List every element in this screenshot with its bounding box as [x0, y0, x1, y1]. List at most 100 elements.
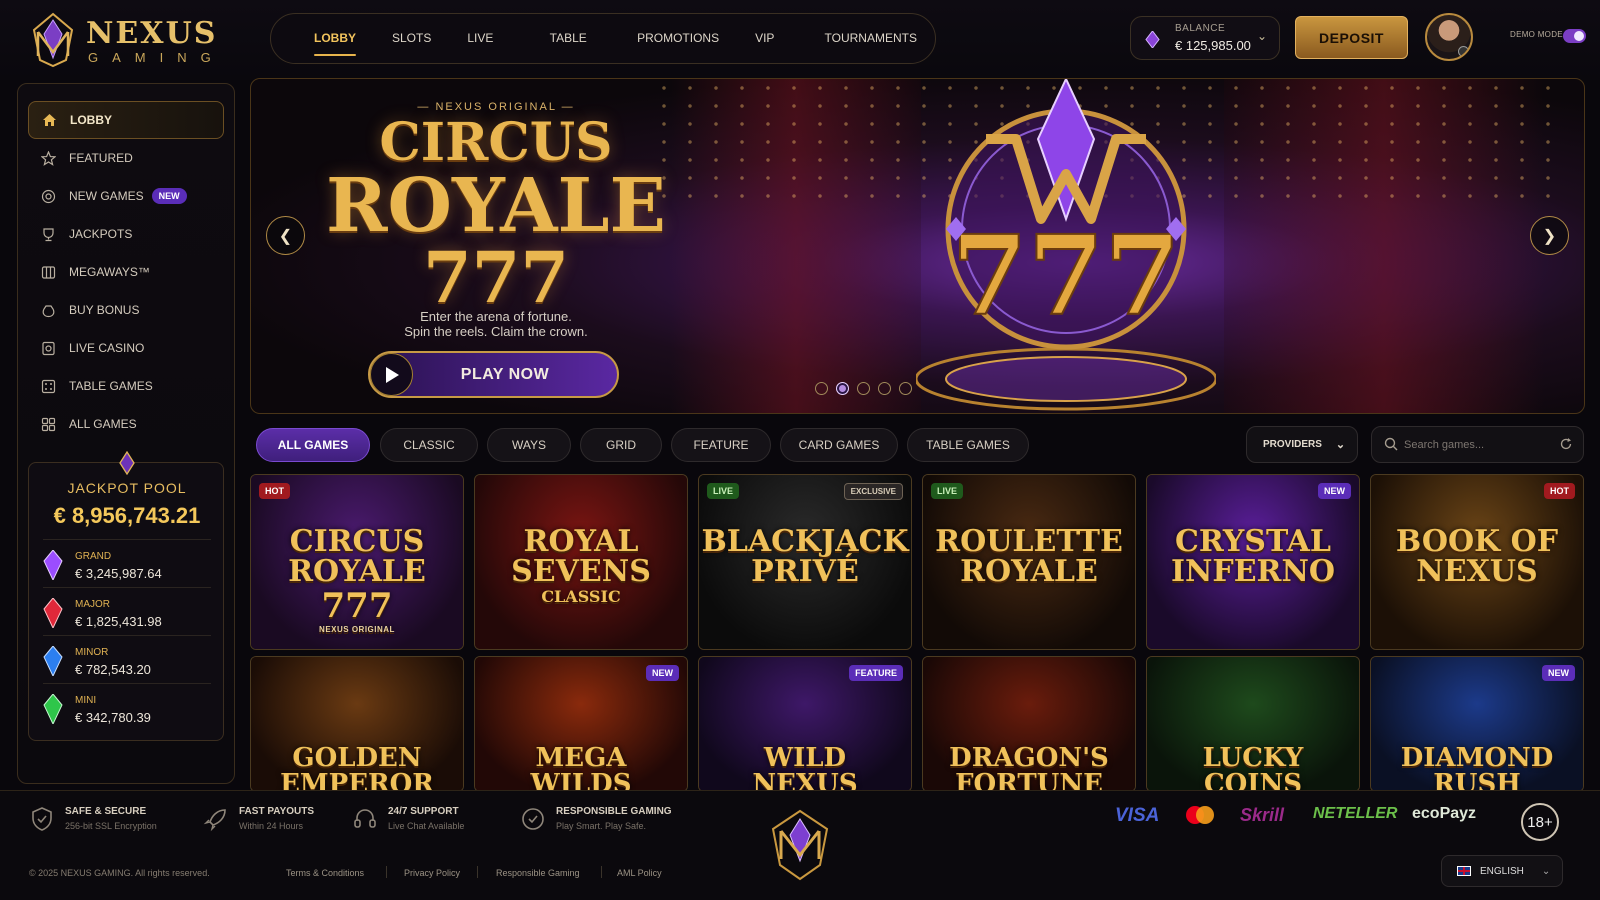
- game-title: CIRCUS ROYALE 777 NEXUS ORIGINAL: [251, 527, 463, 634]
- game-card[interactable]: CRYSTAL INFERNO NEW: [1146, 474, 1360, 650]
- filter-all-games[interactable]: ALL GAMES: [256, 428, 370, 462]
- new-badge: NEW: [151, 188, 187, 204]
- feature-title: FAST PAYOUTS: [239, 806, 315, 817]
- filter-classic[interactable]: CLASSIC: [380, 428, 478, 462]
- feature-title: SAFE & SECURE: [65, 806, 147, 817]
- hero-tagline: Enter the arena of fortune. Spin the ree…: [251, 309, 741, 339]
- game-title-line-2: NEXUS: [1416, 554, 1538, 589]
- carousel-dot-active[interactable]: [836, 382, 849, 395]
- hero-title: CIRCUS ROYALE 777: [251, 117, 741, 313]
- demo-mode-toggle[interactable]: [1563, 29, 1586, 43]
- providers-dropdown[interactable]: PROVIDERS ⌄: [1246, 426, 1358, 463]
- feature-title: RESPONSIBLE GAMING: [556, 806, 672, 817]
- nav-vip-club[interactable]: VIP CLUB: [737, 13, 806, 96]
- providers-label: PROVIDERS: [1263, 439, 1322, 450]
- sidebar-item-jackpots[interactable]: JACKPOTS: [28, 215, 224, 253]
- nav-promotions[interactable]: PROMOTIONS: [619, 13, 737, 64]
- hero-prev-button[interactable]: ❮: [266, 216, 305, 255]
- carousel-dot[interactable]: [899, 382, 912, 395]
- game-card[interactable]: DRAGON'S FORTUNE: [922, 656, 1136, 792]
- carousel-dot[interactable]: [857, 382, 870, 395]
- tier-name: MINI: [75, 695, 97, 706]
- sidebar-item-label: TABLE GAMES: [69, 379, 153, 393]
- language-selector[interactable]: ENGLISH ⌄: [1441, 855, 1563, 887]
- filter-ways[interactable]: WAYS: [487, 428, 571, 462]
- sidebar-item-label: JACKPOTS: [69, 227, 133, 241]
- sidebar-item-buy-bonus[interactable]: BUY BONUS: [28, 291, 224, 329]
- sidebar-item-live-casino[interactable]: LIVE CASINO: [28, 329, 224, 367]
- carousel-dot[interactable]: [815, 382, 828, 395]
- sidebar-item-table-games[interactable]: TABLE GAMES: [28, 367, 224, 405]
- sidebar-item-lobby[interactable]: LOBBY: [28, 101, 224, 139]
- filter-card-games[interactable]: CARD GAMES: [780, 428, 898, 462]
- hero-banner[interactable]: 777 — NEXUS ORIGINAL — CIRCUS ROYALE 777…: [250, 78, 1585, 414]
- trophy-icon: [40, 226, 57, 243]
- sidebar-item-new-games[interactable]: NEW GAMES NEW: [28, 177, 224, 215]
- avatar[interactable]: [1425, 13, 1473, 61]
- feature-subtitle: Play Smart. Play Safe.: [556, 821, 647, 831]
- play-now-button[interactable]: PLAY NOW: [368, 351, 619, 398]
- tier-value: € 342,780.39: [75, 710, 151, 725]
- filter-feature[interactable]: FEATURE: [671, 428, 771, 462]
- game-badge: HOT: [259, 483, 290, 499]
- game-card[interactable]: WILD NEXUS FEATURE: [698, 656, 912, 792]
- game-card[interactable]: ROULETTE ROYALE LIVE: [922, 474, 1136, 650]
- refresh-icon[interactable]: [1559, 437, 1573, 451]
- headset-icon: [354, 809, 376, 828]
- game-title-line-1: BLACKJACK: [701, 524, 909, 559]
- filter-grid[interactable]: GRID: [580, 428, 662, 462]
- game-title: GOLDEN EMPEROR: [251, 745, 463, 792]
- sidebar-item-label: LIVE CASINO: [69, 341, 145, 355]
- nexus-gem-logo-icon: [32, 12, 74, 68]
- game-title-line-2: EMPEROR: [280, 769, 434, 792]
- responsible-gaming-icon: [522, 808, 544, 830]
- game-card[interactable]: CIRCUS ROYALE 777 NEXUS ORIGINAL HOT: [250, 474, 464, 650]
- game-badge: NEW: [1318, 483, 1351, 499]
- filter-table-games[interactable]: TABLE GAMES: [907, 428, 1029, 462]
- main-navigation: LOBBY SLOTS LIVE CASINO TABLE GAMES PROM…: [270, 13, 936, 96]
- balance-selector[interactable]: BALANCE € 125,985.00 ⌄: [1130, 16, 1280, 60]
- brand-logo[interactable]: NEXUS GAMING: [28, 12, 218, 68]
- hero-title-line-2: ROYALE: [326, 163, 666, 249]
- search-input[interactable]: [1404, 436, 1554, 454]
- nav-slots[interactable]: SLOTS: [374, 13, 449, 64]
- game-card[interactable]: LUCKY COINS: [1146, 656, 1360, 792]
- hero-next-button[interactable]: ❯: [1530, 216, 1569, 255]
- game-title-line-1: BOOK OF: [1395, 524, 1559, 559]
- game-card[interactable]: DIAMOND RUSH NEW: [1370, 656, 1584, 792]
- sidebar-item-megaways[interactable]: MEGAWAYS™: [28, 253, 224, 291]
- link-privacy[interactable]: Privacy Policy: [404, 868, 460, 878]
- game-badge: FEATURE: [849, 665, 903, 681]
- nav-live-casino[interactable]: LIVE CASINO: [449, 13, 531, 96]
- grid-icon: [40, 416, 57, 433]
- sidebar-item-featured[interactable]: FEATURED: [28, 139, 224, 177]
- chevron-right-icon: ❯: [1542, 227, 1557, 245]
- game-title-line-2: COINS: [1203, 769, 1303, 792]
- footer-gem-emblem-icon: [771, 809, 829, 881]
- link-terms[interactable]: Terms & Conditions: [286, 868, 364, 878]
- gem-ornament-icon: [119, 451, 135, 475]
- jackpot-tier-major: MAJOR € 1,825,431.98: [43, 587, 211, 631]
- exclusive-badge: EXCLUSIVE: [843, 483, 903, 500]
- mastercard-logo-icon: [1186, 806, 1214, 824]
- nav-lobby[interactable]: LOBBY: [296, 13, 374, 64]
- game-subtitle: NEXUS ORIGINAL: [319, 625, 395, 634]
- link-responsible-gaming[interactable]: Responsible Gaming: [496, 868, 580, 878]
- demo-mode-label: DEMO MODE: [1510, 30, 1563, 39]
- deposit-button[interactable]: DEPOSIT: [1295, 16, 1408, 59]
- game-card[interactable]: BLACKJACK PRIVÉ LIVE EXCLUSIVE: [698, 474, 912, 650]
- game-title-line-2: SEVENS: [511, 554, 651, 589]
- game-card[interactable]: BOOK OF NEXUS HOT: [1370, 474, 1584, 650]
- nav-table-games[interactable]: TABLE GAMES: [532, 13, 619, 96]
- game-card[interactable]: MEGA WILDS NEW: [474, 656, 688, 792]
- game-card[interactable]: GOLDEN EMPEROR: [250, 656, 464, 792]
- tier-name: MINOR: [75, 647, 109, 658]
- game-title-line-2: ROYALE: [960, 554, 1098, 589]
- game-card[interactable]: ROYAL SEVENS CLASSIC: [474, 474, 688, 650]
- game-title-line-2: PRIVÉ: [751, 554, 859, 589]
- carousel-dot[interactable]: [878, 382, 891, 395]
- link-aml[interactable]: AML Policy: [617, 868, 662, 878]
- nav-tournaments[interactable]: TOURNAMENTS: [807, 13, 935, 64]
- game-title-line-2: WILDS: [530, 769, 632, 792]
- sidebar-item-all-games[interactable]: ALL GAMES: [28, 405, 224, 443]
